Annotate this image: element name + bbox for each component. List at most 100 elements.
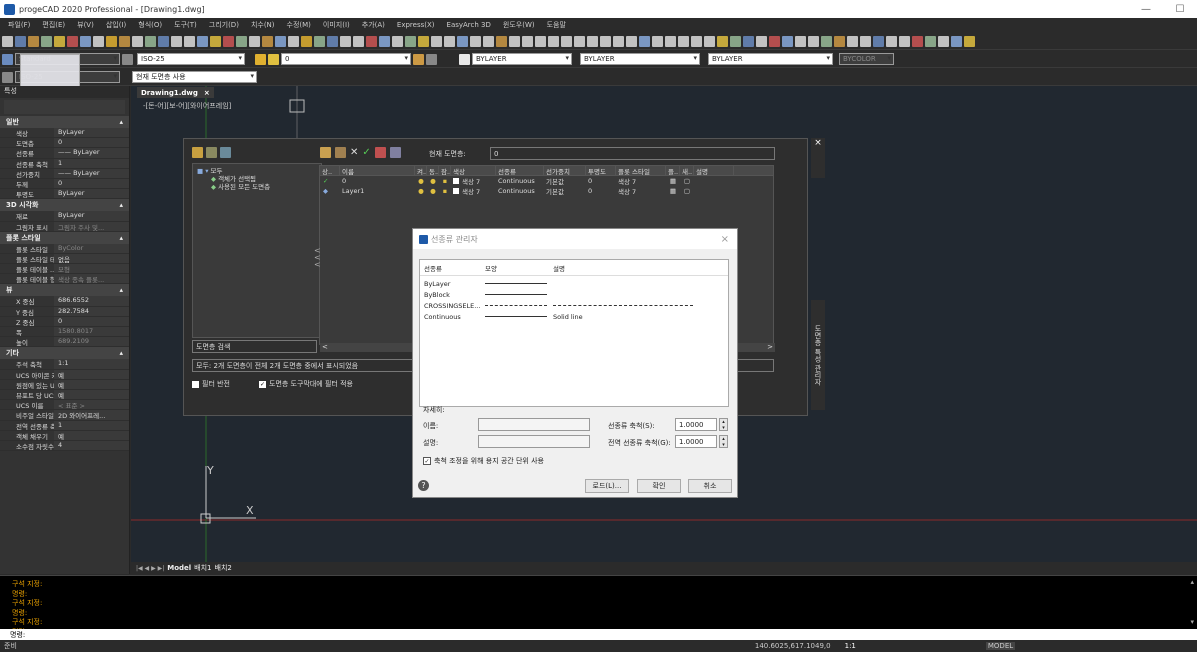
toolbar-icon[interactable] xyxy=(106,35,117,47)
layer-side-tab[interactable]: 도면층 특성 관리자 xyxy=(811,300,825,410)
toolbar-icon[interactable] xyxy=(197,35,208,47)
toolbar-icon[interactable] xyxy=(678,35,689,47)
toolbar-icon[interactable] xyxy=(67,35,78,47)
property-row[interactable]: 색상 ByLayer xyxy=(0,128,129,139)
panel-section-header[interactable]: 뷰 xyxy=(0,284,129,297)
property-row[interactable]: 뷰포트 당 UCS 예 xyxy=(0,389,129,401)
layer-column-header[interactable]: 켜.. xyxy=(415,165,427,176)
layer-color[interactable]: 색상 7 xyxy=(451,176,496,186)
property-value[interactable]: 없음 xyxy=(54,253,129,264)
splitter-handle[interactable]: < < < xyxy=(314,247,321,269)
toolbar-icon[interactable] xyxy=(769,35,780,47)
new-vp-layer-icon[interactable] xyxy=(335,147,346,158)
bulb-icon[interactable] xyxy=(268,53,279,65)
delete-layer-icon[interactable]: ✕ xyxy=(350,147,358,158)
property-row[interactable]: 높이 689.2109 xyxy=(0,337,129,348)
command-input[interactable]: 명령: xyxy=(0,629,1197,640)
property-row[interactable]: 선종류 —— ByLayer xyxy=(0,148,129,159)
toolbar-icon[interactable] xyxy=(912,35,923,47)
toolbar-icon[interactable] xyxy=(574,35,585,47)
toolbar-icon[interactable] xyxy=(93,35,104,47)
toolbar-icon[interactable] xyxy=(288,35,299,47)
property-row[interactable]: 두께 0 xyxy=(0,178,129,190)
property-value[interactable]: < 표준 > xyxy=(54,400,129,410)
property-value[interactable]: ByLayer xyxy=(54,189,129,199)
layer-column-header[interactable]: 새.. xyxy=(680,165,694,176)
toolbar-icon[interactable] xyxy=(366,35,377,47)
toolbar-icon[interactable] xyxy=(782,35,793,47)
toolbar-icon[interactable] xyxy=(223,35,234,47)
toolbar-icon[interactable] xyxy=(652,35,663,47)
toolbar-icon[interactable] xyxy=(301,35,312,47)
toolbar-icon[interactable] xyxy=(834,35,845,47)
group-filter-icon[interactable] xyxy=(206,147,217,158)
current-layer-combo[interactable]: 현재 도면층 사용 xyxy=(132,71,257,83)
toolbar-icon[interactable] xyxy=(353,35,364,47)
layer-lineweight[interactable]: 기본값 xyxy=(544,186,586,196)
toolbar-icon[interactable] xyxy=(587,35,598,47)
printer-icon[interactable]: ▦ xyxy=(666,187,680,195)
scale-spinner[interactable]: ▴ ▾ xyxy=(719,418,728,431)
toolbar-icon[interactable] xyxy=(821,35,832,47)
property-value[interactable]: 4 xyxy=(54,440,129,451)
menu-image[interactable]: 이미지(I) xyxy=(323,20,350,30)
lock-icon[interactable]: ▪ xyxy=(439,187,451,195)
panel-section-header[interactable]: 3D 시각화 xyxy=(0,199,129,212)
document-tab-close[interactable]: × xyxy=(204,89,210,97)
global-scale-field[interactable]: 1.0000 xyxy=(675,435,717,448)
filter-invert-check[interactable]: 필터 반전 xyxy=(192,379,230,389)
layer-row[interactable]: ✓ 0 ● ● ▪ 색상 7 Continuous 기본값 0 색상 7 ▦ ▢ xyxy=(320,176,773,186)
toolbar-icon[interactable] xyxy=(730,35,741,47)
property-value[interactable]: 0 xyxy=(54,178,129,189)
toolbar-icon[interactable] xyxy=(249,35,260,47)
scale-field[interactable]: 1.0000 xyxy=(675,418,717,431)
property-value[interactable]: ByColor xyxy=(54,243,129,253)
property-value[interactable]: 예 xyxy=(54,389,129,400)
toolbar-icon[interactable] xyxy=(210,35,221,47)
toolbar-icon[interactable] xyxy=(743,35,754,47)
property-row[interactable]: 플롯 스타일 ByColor xyxy=(0,243,129,254)
toolbar-icon[interactable] xyxy=(379,35,390,47)
filter-apply-check[interactable]: ✓ 도면층 도구막대에 필터 적용 xyxy=(259,379,353,389)
property-row[interactable]: X 중심 686.6552 xyxy=(0,296,129,307)
layer-name[interactable]: 0 xyxy=(340,177,415,185)
toolbar-icon[interactable] xyxy=(314,35,325,47)
property-value[interactable]: —— ByLayer xyxy=(54,168,129,178)
layer-column-header[interactable]: 잠.. xyxy=(439,165,451,176)
lock-icon[interactable]: ▪ xyxy=(439,177,451,185)
toolbar-icon[interactable] xyxy=(171,35,182,47)
toolbar-icon[interactable] xyxy=(132,35,143,47)
property-value[interactable]: ByLayer xyxy=(54,211,129,221)
layer-column-header[interactable]: 상.. xyxy=(320,165,340,176)
toolbar-icon[interactable] xyxy=(808,35,819,47)
dim-style-combo[interactable]: ISO-25 xyxy=(137,53,245,65)
layer-column-header[interactable]: 플롯 스타일 xyxy=(616,165,666,176)
layer-plot-style[interactable]: 색상 7 xyxy=(616,176,666,186)
toolbar-icon[interactable] xyxy=(444,35,455,47)
color-combo[interactable]: BYLAYER xyxy=(472,53,572,65)
toolbar-icon[interactable] xyxy=(626,35,637,47)
toolbar-icon[interactable] xyxy=(418,35,429,47)
toolbar-icon[interactable] xyxy=(2,35,13,47)
toolbar-icon[interactable] xyxy=(899,35,910,47)
property-value[interactable]: 686.6552 xyxy=(54,296,129,306)
layer-linetype[interactable]: Continuous xyxy=(496,187,544,195)
new-layer-icon[interactable] xyxy=(320,147,331,158)
layer-column-header[interactable]: 플.. xyxy=(666,165,680,176)
menu-view[interactable]: 뷰(V) xyxy=(77,20,94,30)
refresh-icon[interactable] xyxy=(374,147,386,158)
property-row[interactable]: 원점에 있는 U...예 xyxy=(0,379,129,390)
property-value[interactable]: —— ByLayer xyxy=(54,148,129,158)
toolbar-icon[interactable] xyxy=(938,35,949,47)
toolbar-icon[interactable] xyxy=(691,35,702,47)
tab-model[interactable]: Model xyxy=(167,564,191,572)
load-button[interactable]: 로드(L)... xyxy=(585,479,629,493)
linetype-row[interactable]: Continuous Solid line xyxy=(420,311,728,322)
toolbar-icon[interactable] xyxy=(639,35,650,47)
toolbar-icon[interactable] xyxy=(457,35,468,47)
property-row[interactable]: 플롯 스타일 테...없음 xyxy=(0,253,129,265)
layer-column-header[interactable]: 이름 xyxy=(340,165,415,176)
property-value[interactable]: 1 xyxy=(54,158,129,168)
viewport-label[interactable]: -[돈-어][보-어][와이어프레임] xyxy=(143,101,231,111)
menu-tools[interactable]: 도구(T) xyxy=(174,20,197,30)
